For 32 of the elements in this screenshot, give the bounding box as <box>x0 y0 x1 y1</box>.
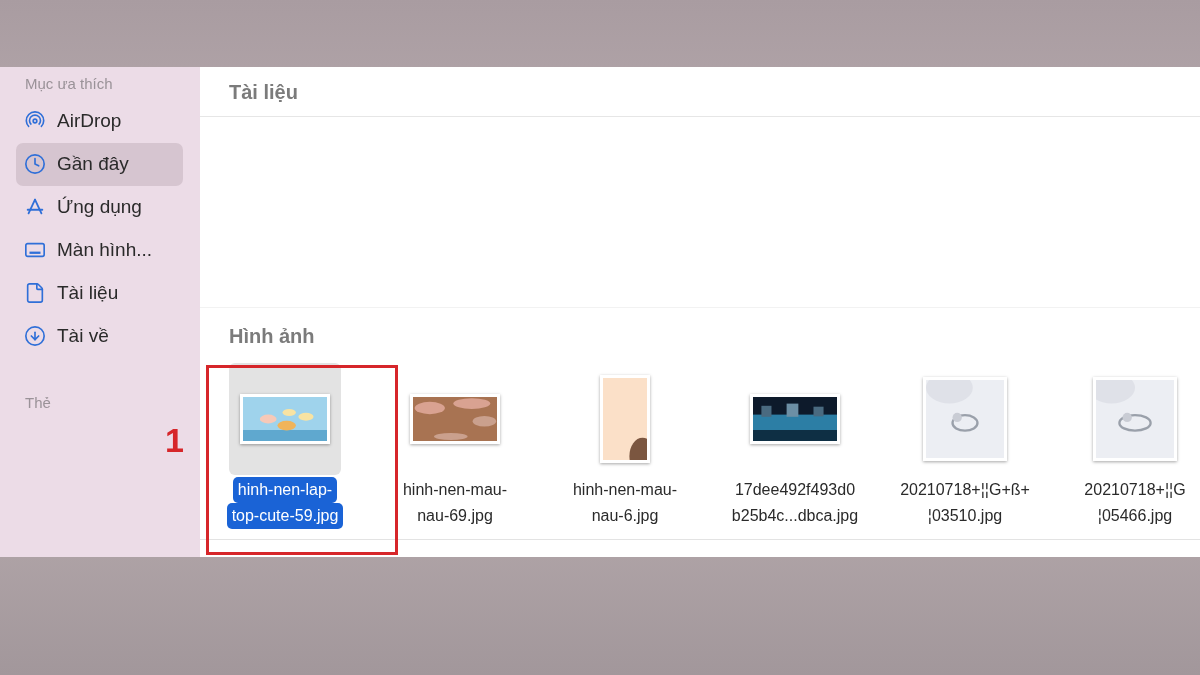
file-item[interactable]: hinh-nen-lap- top-cute-59.jpg <box>200 363 370 529</box>
section-heading: Tài liệu <box>229 79 298 105</box>
sidebar-item[interactable]: Màn hình... <box>16 228 183 272</box>
file-name: hinh-nen-mau- nau-6.jpg <box>571 480 679 526</box>
file-item[interactable]: hinh-nen-mau- nau-69.jpg <box>370 363 540 529</box>
document-icon <box>24 282 46 304</box>
download-icon <box>24 325 46 347</box>
file-item[interactable]: 20210718+¦¦G ¦05466.jpg <box>1050 363 1200 529</box>
sidebar-item-label: Gần đây <box>57 151 129 176</box>
file-name: 20210718+¦¦G+ß+ ¦03510.jpg <box>899 480 1031 526</box>
section-heading: Hình ảnh <box>229 323 315 349</box>
clock-icon <box>24 153 46 175</box>
file-name: hinh-nen-lap- top-cute-59.jpg <box>226 477 344 529</box>
sidebar-item[interactable]: Tài về <box>16 314 183 358</box>
file-name: 17dee492f493d0 b25b4c...dbca.jpg <box>730 480 860 526</box>
sidebar-item[interactable]: Tài liệu <box>16 271 183 315</box>
sidebar-section-title: Mục ưa thích <box>24 74 114 94</box>
sidebar-item-label: Màn hình... <box>57 237 153 262</box>
file-name: hinh-nen-mau- nau-69.jpg <box>401 480 509 526</box>
sidebar-item-label: Tài về <box>57 323 109 348</box>
sidebar-item-label: AirDrop <box>57 108 122 133</box>
sidebar-item-label: Tài liệu <box>57 280 119 305</box>
sidebar-item[interactable]: Ứng dụng <box>16 185 183 229</box>
file-item[interactable]: 17dee492f493d0 b25b4c...dbca.jpg <box>710 363 880 529</box>
sidebar-item[interactable]: Gần đây <box>16 142 183 186</box>
file-item[interactable]: hinh-nen-mau- nau-6.jpg <box>540 363 710 529</box>
file-item[interactable]: 20210718+¦¦G+ß+ ¦03510.jpg <box>880 363 1050 529</box>
sidebar-section-title: Thẻ <box>24 392 52 413</box>
sidebar-item-label: Ứng dụng <box>57 194 142 219</box>
sidebar-item[interactable]: AirDrop <box>16 99 183 143</box>
file-name: 20210718+¦¦G ¦05466.jpg <box>1083 480 1187 526</box>
step-number: 1 <box>165 420 184 461</box>
